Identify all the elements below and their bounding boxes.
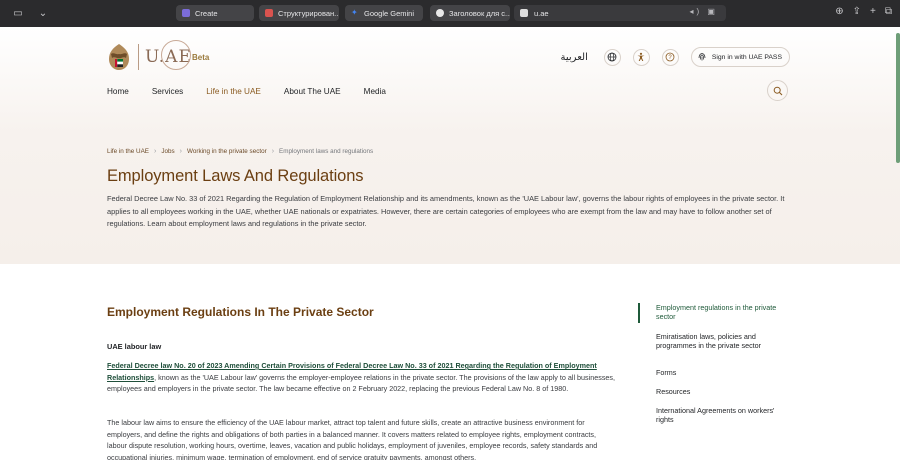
uae-logo[interactable]: U.AE (106, 40, 192, 72)
accessibility-icon[interactable] (632, 48, 650, 66)
logo-divider (138, 44, 139, 70)
uae-emblem-icon (109, 44, 129, 70)
toc-active-indicator (638, 303, 640, 323)
nav-item-media[interactable]: Media (364, 87, 386, 96)
chevron-down-icon[interactable]: ⌄ (36, 8, 50, 19)
scrollbar[interactable] (896, 33, 900, 163)
browser-actions: ⊕ ⇪ + ⧉ (835, 6, 892, 17)
nav-item-about-the-uae[interactable]: About The UAE (284, 87, 341, 96)
browser-tab-create[interactable]: Create (176, 5, 254, 21)
tab-label: Google Gemini (364, 8, 415, 18)
site-favicon (520, 9, 528, 17)
browser-tab-gemini[interactable]: ✦ Google Gemini (345, 5, 423, 21)
breadcrumb: Life in the UAE › Jobs › Working in the … (107, 148, 373, 155)
chevron-right-icon: › (154, 148, 157, 155)
nav-item-services[interactable]: Services (152, 87, 183, 96)
signin-label: Sign in with UAE PASS (711, 53, 782, 61)
header-actions: العربية ? Sign in with UAE PASS (561, 47, 790, 67)
sidebar-toggle-icon[interactable]: ▭ (11, 8, 25, 19)
chevron-right-icon: › (179, 148, 183, 155)
gemini-sparkle-icon: ✦ (351, 8, 358, 17)
uae-pass-signin-button[interactable]: Sign in with UAE PASS (690, 47, 790, 67)
share-icon[interactable]: ⇪ (853, 6, 861, 17)
browser-tab-structured[interactable]: Структурирован... (259, 5, 339, 21)
intro-paragraph: Federal Decree Law No. 33 of 2021 Regard… (107, 194, 785, 228)
labour-law-aims-paragraph: The labour law aims to ensure the effici… (107, 418, 598, 460)
arabic-language-link[interactable]: العربية (561, 52, 588, 63)
breadcrumb-current: Employment laws and regulations (279, 148, 374, 155)
breadcrumb-jobs[interactable]: Jobs (161, 148, 174, 155)
tab-favicon (182, 9, 190, 17)
toc-item-employment-regulations[interactable]: Employment regulations in the private se… (656, 303, 781, 321)
nav-item-life-in-the-uae[interactable]: Life in the UAE (206, 87, 261, 96)
new-tab-icon[interactable]: + (870, 6, 876, 17)
url-text: u.ae (534, 8, 549, 18)
paragraph-text: , known as the 'UAE Labour law' governs … (107, 372, 615, 394)
tab-label: Create (195, 8, 218, 18)
toc-item-resources[interactable]: Resources (656, 387, 781, 397)
webpage: U.AE Beta العربية ? Sign in with UAE PAS… (0, 27, 900, 460)
nav-item-home[interactable]: Home (107, 87, 129, 96)
globe-icon[interactable] (603, 48, 621, 66)
tab-favicon (265, 9, 273, 17)
main-nav: Home Services Life in the UAE About The … (107, 87, 409, 96)
chevron-right-icon: › (271, 148, 275, 155)
logo-ring (161, 40, 191, 70)
fingerprint-icon (698, 53, 706, 61)
toc-item-international-agreements[interactable]: International Agreements on workers' rig… (656, 406, 781, 424)
labour-law-paragraph: Federal Decree law No. 20 of 2023 Amendi… (107, 360, 617, 395)
tab-overview-icon[interactable]: ⧉ (885, 6, 892, 17)
search-icon[interactable] (767, 80, 788, 101)
tab-favicon (436, 9, 444, 17)
browser-tab-heading[interactable]: Заголовок для с... (430, 5, 510, 21)
address-bar[interactable]: u.ae ◂) ▣ (514, 5, 726, 21)
help-icon[interactable]: ? (661, 48, 679, 66)
toc-item-emiratisation[interactable]: Emiratisation laws, policies and program… (656, 332, 781, 350)
section-title: Employment Regulations In The Private Se… (107, 305, 374, 319)
page-title: Employment Laws And Regulations (107, 167, 364, 185)
beta-badge: Beta (192, 53, 210, 62)
tab-label: Заголовок для с... (449, 8, 510, 18)
browser-chrome: ▭ ⌄ Create Структурирован... ✦ Google Ge… (0, 0, 900, 27)
tab-label: Структурирован... (278, 8, 339, 18)
breadcrumb-working-private-sector[interactable]: Working in the private sector (187, 148, 267, 155)
breadcrumb-life-in-the-uae[interactable]: Life in the UAE (107, 148, 149, 155)
download-icon[interactable]: ⊕ (835, 6, 843, 17)
toc-item-forms[interactable]: Forms (656, 368, 781, 378)
audio-icon[interactable]: ◂) ▣ (690, 7, 718, 16)
sub-heading: UAE labour law (107, 342, 162, 351)
